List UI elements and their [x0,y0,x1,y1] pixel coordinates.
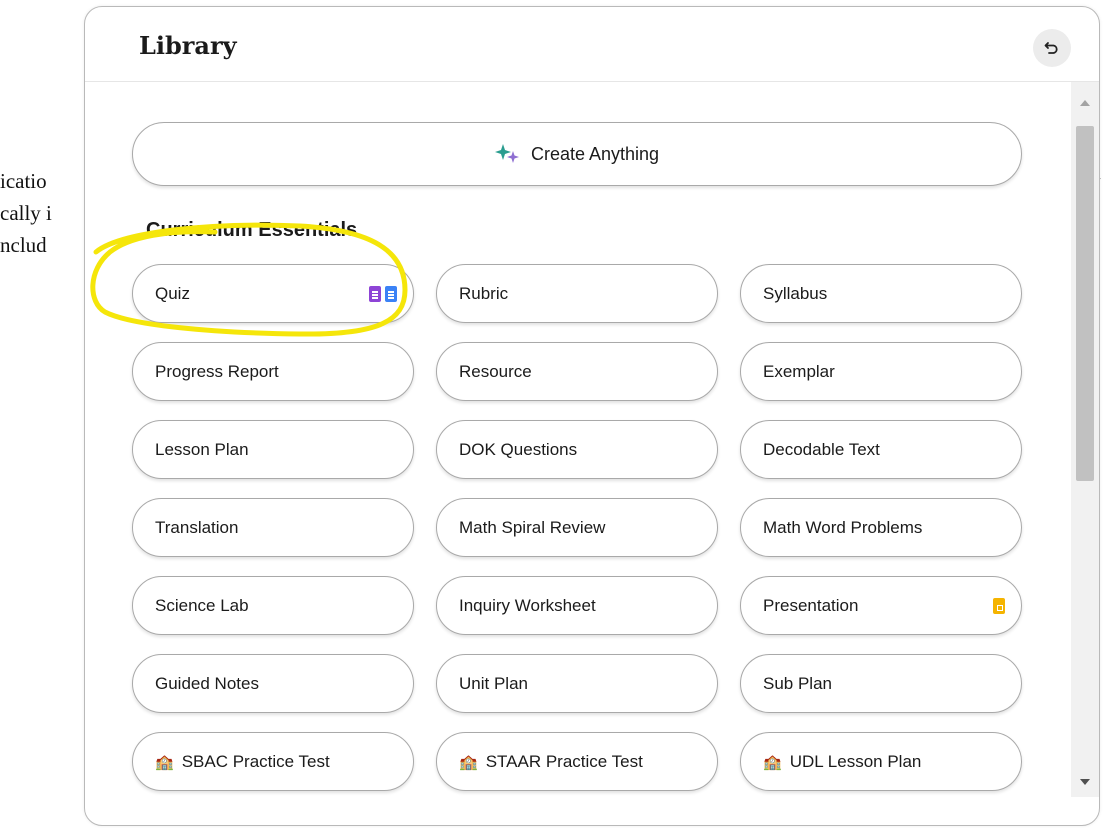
library-item-label: Rubric [459,283,509,303]
quiz-badges [369,286,397,302]
create-anything-button[interactable]: Create Anything [132,122,1022,186]
yellow-slides-icon [993,598,1005,614]
purple-doc-icon [369,286,381,302]
library-item-presentation[interactable]: Presentation [740,576,1022,635]
library-item-label: Resource [459,361,532,381]
library-header: Library [85,7,1099,82]
library-panel: Library Create Anything Curriculum Essen… [84,6,1100,826]
library-item-label: Progress Report [155,361,279,381]
library-item-guided-notes[interactable]: Guided Notes [132,654,414,713]
library-content: Create Anything Curriculum Essentials Qu… [85,82,1071,797]
library-item-translation[interactable]: Translation [132,498,414,557]
library-item-label: Lesson Plan [155,439,249,459]
library-item-dok-questions[interactable]: DOK Questions [436,420,718,479]
library-item-label: UDL Lesson Plan [789,751,922,771]
library-item-label: Decodable Text [763,439,880,459]
scroll-thumb[interactable] [1076,126,1094,481]
library-item-progress-report[interactable]: Progress Report [132,342,414,401]
library-item-label: STAAR Practice Test [485,751,643,771]
presentation-badges [993,598,1005,614]
library-item-lesson-plan[interactable]: Lesson Plan [132,420,414,479]
library-item-label: Inquiry Worksheet [459,595,596,615]
library-item-decodable-text[interactable]: Decodable Text [740,420,1022,479]
scroll-up-arrow-icon[interactable] [1080,100,1090,106]
library-item-label: Unit Plan [459,673,528,693]
library-item-label: Math Spiral Review [459,517,606,537]
section-title: Curriculum Essentials [146,219,358,241]
library-item-inquiry-worksheet[interactable]: Inquiry Worksheet [436,576,718,635]
library-item-label: Science Lab [155,595,249,615]
library-item-label: DOK Questions [459,439,578,459]
library-title: Library [139,31,237,60]
school-icon: 🏫 [155,753,174,771]
library-item-label: Sub Plan [763,673,832,693]
sparkle-icon [494,144,519,163]
library-item-label: Guided Notes [155,673,259,693]
library-item-label: Translation [155,517,239,537]
library-item-syllabus[interactable]: Syllabus [740,264,1022,323]
library-item-label: Presentation [763,595,859,615]
library-item-science-lab[interactable]: Science Lab [132,576,414,635]
library-item-label: Syllabus [763,283,828,303]
library-grid: Quiz Rubric Syllabus Progress Report Res… [132,264,1022,791]
library-item-udl-lesson-plan[interactable]: 🏫 UDL Lesson Plan [740,732,1022,791]
scrollbar[interactable] [1071,82,1099,797]
school-icon: 🏫 [459,753,478,771]
create-anything-label: Create Anything [530,143,660,164]
library-item-math-spiral-review[interactable]: Math Spiral Review [436,498,718,557]
library-item-label: Exemplar [763,361,835,381]
school-icon: 🏫 [763,753,782,771]
library-item-label: Quiz [155,283,190,303]
library-item-unit-plan[interactable]: Unit Plan [436,654,718,713]
blue-doc-icon [385,286,397,302]
library-item-sub-plan[interactable]: Sub Plan [740,654,1022,713]
library-item-label: Math Word Problems [763,517,923,537]
library-item-sbac-practice-test[interactable]: 🏫 SBAC Practice Test [132,732,414,791]
undo-button[interactable] [1033,29,1071,67]
scroll-down-arrow-icon[interactable] [1080,779,1090,785]
library-item-exemplar[interactable]: Exemplar [740,342,1022,401]
library-item-resource[interactable]: Resource [436,342,718,401]
undo-icon [1044,42,1058,54]
library-item-quiz[interactable]: Quiz [132,264,414,323]
background-text-left: icatio cally i nclud [0,169,52,257]
library-item-staar-practice-test[interactable]: 🏫 STAAR Practice Test [436,732,718,791]
library-item-rubric[interactable]: Rubric [436,264,718,323]
library-item-math-word-problems[interactable]: Math Word Problems [740,498,1022,557]
library-item-label: SBAC Practice Test [181,751,330,771]
